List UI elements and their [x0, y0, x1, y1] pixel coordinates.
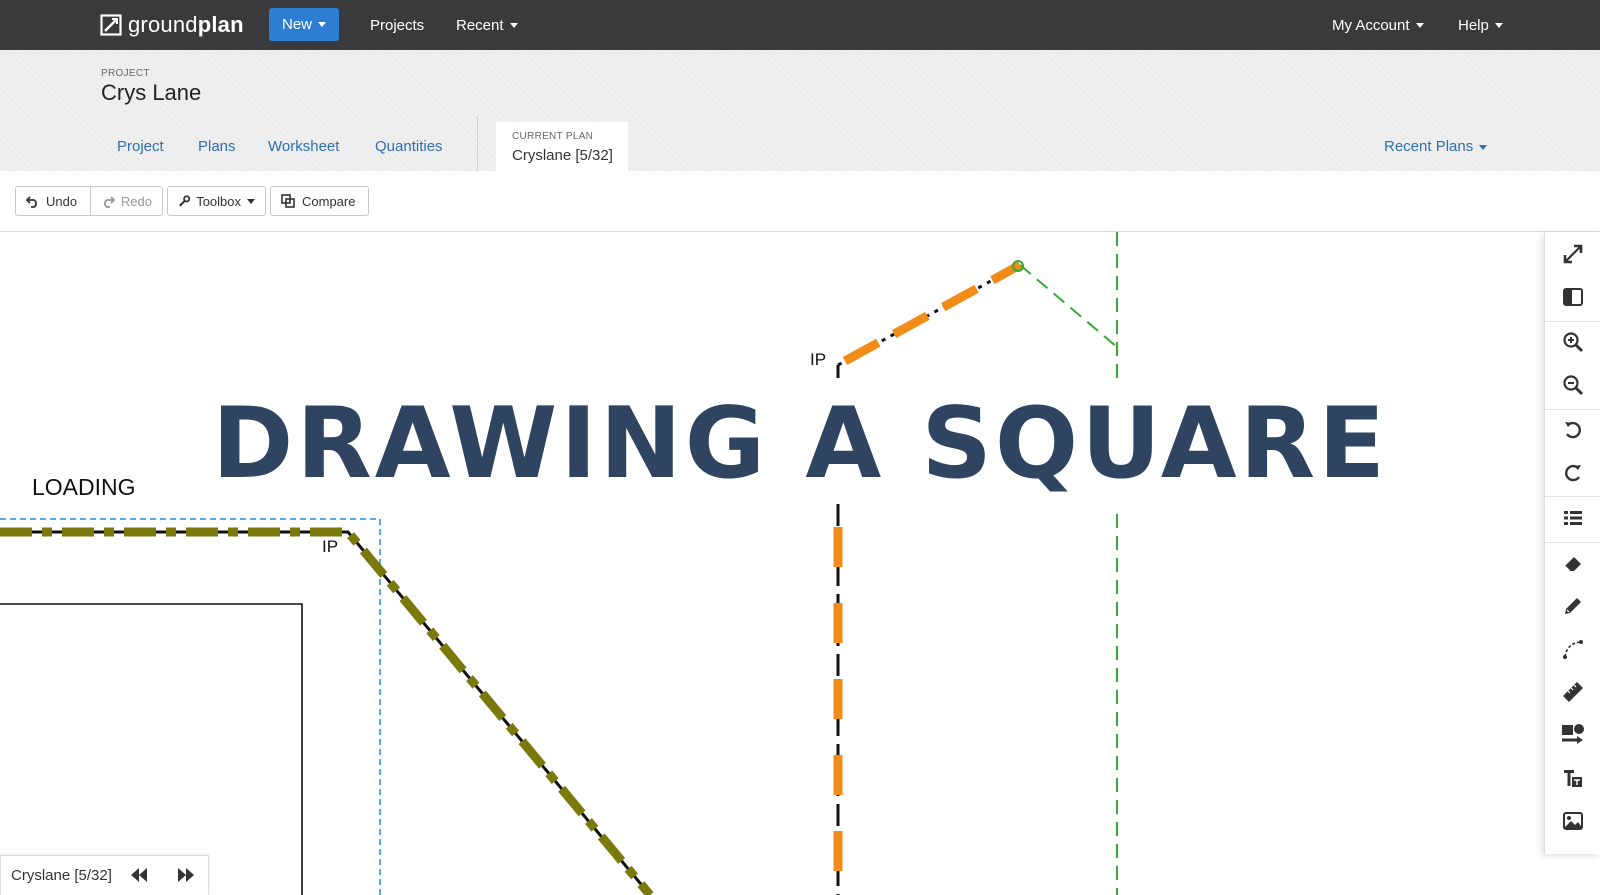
- olive-dashed-line: [0, 527, 654, 895]
- olive-base-line: [0, 530, 652, 895]
- undo-icon: [26, 196, 37, 208]
- tab-current-plan[interactable]: CURRENT PLAN Cryslane [5/32]: [496, 122, 628, 171]
- redo-icon: [104, 196, 115, 208]
- undo-button[interactable]: Undo: [15, 186, 91, 216]
- tool-palette: [1544, 232, 1600, 854]
- compare-icon: [281, 194, 295, 208]
- tab-divider: [477, 116, 478, 171]
- toolbox-dropdown[interactable]: Toolbox: [167, 186, 266, 216]
- wrench-icon: [179, 194, 191, 207]
- new-button-label: New: [282, 16, 313, 33]
- ip-label-left: IP: [322, 537, 339, 556]
- nav-my-account[interactable]: My Account: [1332, 0, 1424, 50]
- chevron-down-icon: [1479, 144, 1488, 150]
- image-button[interactable]: [1545, 801, 1600, 841]
- overlay-title: DRAWING A SQUARE: [211, 387, 1389, 501]
- recent-plans-dropdown[interactable]: Recent Plans: [1384, 138, 1488, 155]
- chevron-down-icon: [509, 22, 518, 28]
- square-outline: [0, 603, 303, 895]
- tab-project[interactable]: Project: [117, 138, 164, 155]
- eraser-button[interactable]: [1545, 543, 1600, 583]
- zoom-out-icon: [1563, 375, 1584, 396]
- redo-label: Redo: [120, 193, 152, 209]
- ruler-icon: [1563, 682, 1583, 702]
- list-icon: [1564, 511, 1582, 525]
- project-header: PROJECT Crys Lane Project Plans Workshee…: [0, 50, 1600, 171]
- undo-label: Undo: [46, 193, 78, 209]
- split-view-icon: [1563, 288, 1583, 306]
- compare-label: Compare: [302, 193, 356, 209]
- expand-button[interactable]: [1545, 234, 1600, 274]
- top-orange-line: [842, 261, 1023, 365]
- list-button[interactable]: [1545, 498, 1600, 538]
- tab-worksheet[interactable]: Worksheet: [268, 138, 339, 155]
- pencil-icon: [1565, 598, 1581, 614]
- current-plan-name: Cryslane [5/32]: [512, 147, 613, 164]
- project-title: Crys Lane: [101, 80, 202, 105]
- plan-drawing[interactable]: [0, 232, 1600, 895]
- image-icon: [1563, 812, 1583, 830]
- eraser-icon: [1564, 557, 1581, 572]
- tab-plans[interactable]: Plans: [198, 138, 236, 155]
- current-plan-label: CURRENT PLAN: [512, 131, 594, 142]
- tab-quantities[interactable]: Quantities: [375, 138, 443, 155]
- chevron-down-icon: [318, 22, 327, 27]
- plan-canvas[interactable]: IP IP LOADING DRAWING A SQUARE: [0, 232, 1600, 895]
- green-diagonal-line: [1019, 264, 1118, 348]
- rotate-left-button[interactable]: [1545, 410, 1600, 450]
- redo-button[interactable]: Redo: [90, 186, 163, 216]
- nav-help[interactable]: Help: [1458, 0, 1503, 50]
- shapes-icon: [1562, 724, 1584, 744]
- plan-pager: Cryslane [5/32]: [0, 855, 209, 895]
- top-navbar: groundplan New Projects Recent My Accoun…: [0, 0, 1600, 50]
- text-button[interactable]: [1545, 758, 1600, 798]
- brand-name: groundplan: [128, 12, 244, 37]
- chevron-down-icon: [1415, 22, 1424, 28]
- pager-plan-name: Cryslane [5/32]: [11, 867, 112, 884]
- rotate-left-icon: [1565, 421, 1581, 439]
- zoom-in-button[interactable]: [1545, 322, 1600, 362]
- ip-label-top: IP: [810, 350, 827, 369]
- expand-icon: [1563, 244, 1583, 264]
- rotate-right-icon: [1565, 464, 1581, 482]
- palette-divider: [1545, 496, 1600, 497]
- nav-projects[interactable]: Projects: [370, 0, 424, 50]
- chevron-down-icon: [247, 198, 255, 204]
- toolbox-label: Toolbox: [196, 193, 241, 209]
- project-label: PROJECT: [101, 68, 150, 79]
- pencil-button[interactable]: [1545, 586, 1600, 626]
- ruler-button[interactable]: [1545, 672, 1600, 712]
- nav-recent[interactable]: Recent: [456, 0, 518, 50]
- text-icon: [1564, 770, 1582, 787]
- chevron-down-icon: [1494, 22, 1503, 28]
- next-plan-icon[interactable]: [176, 867, 196, 883]
- rotate-right-button[interactable]: [1545, 453, 1600, 493]
- compare-button[interactable]: Compare: [270, 186, 369, 216]
- new-button[interactable]: New: [269, 8, 340, 41]
- previous-plan-icon[interactable]: [129, 867, 149, 883]
- zoom-out-button[interactable]: [1545, 365, 1600, 405]
- groundplan-logo-icon: [100, 14, 122, 36]
- brand-logo[interactable]: groundplan: [100, 11, 244, 39]
- editor-toolbar: Undo Redo Toolbox Compare: [0, 171, 1600, 232]
- curve-button[interactable]: [1545, 629, 1600, 669]
- zoom-in-icon: [1563, 332, 1584, 353]
- split-view-button[interactable]: [1545, 277, 1600, 317]
- curve-icon: [1563, 640, 1583, 659]
- shapes-button[interactable]: [1545, 715, 1600, 755]
